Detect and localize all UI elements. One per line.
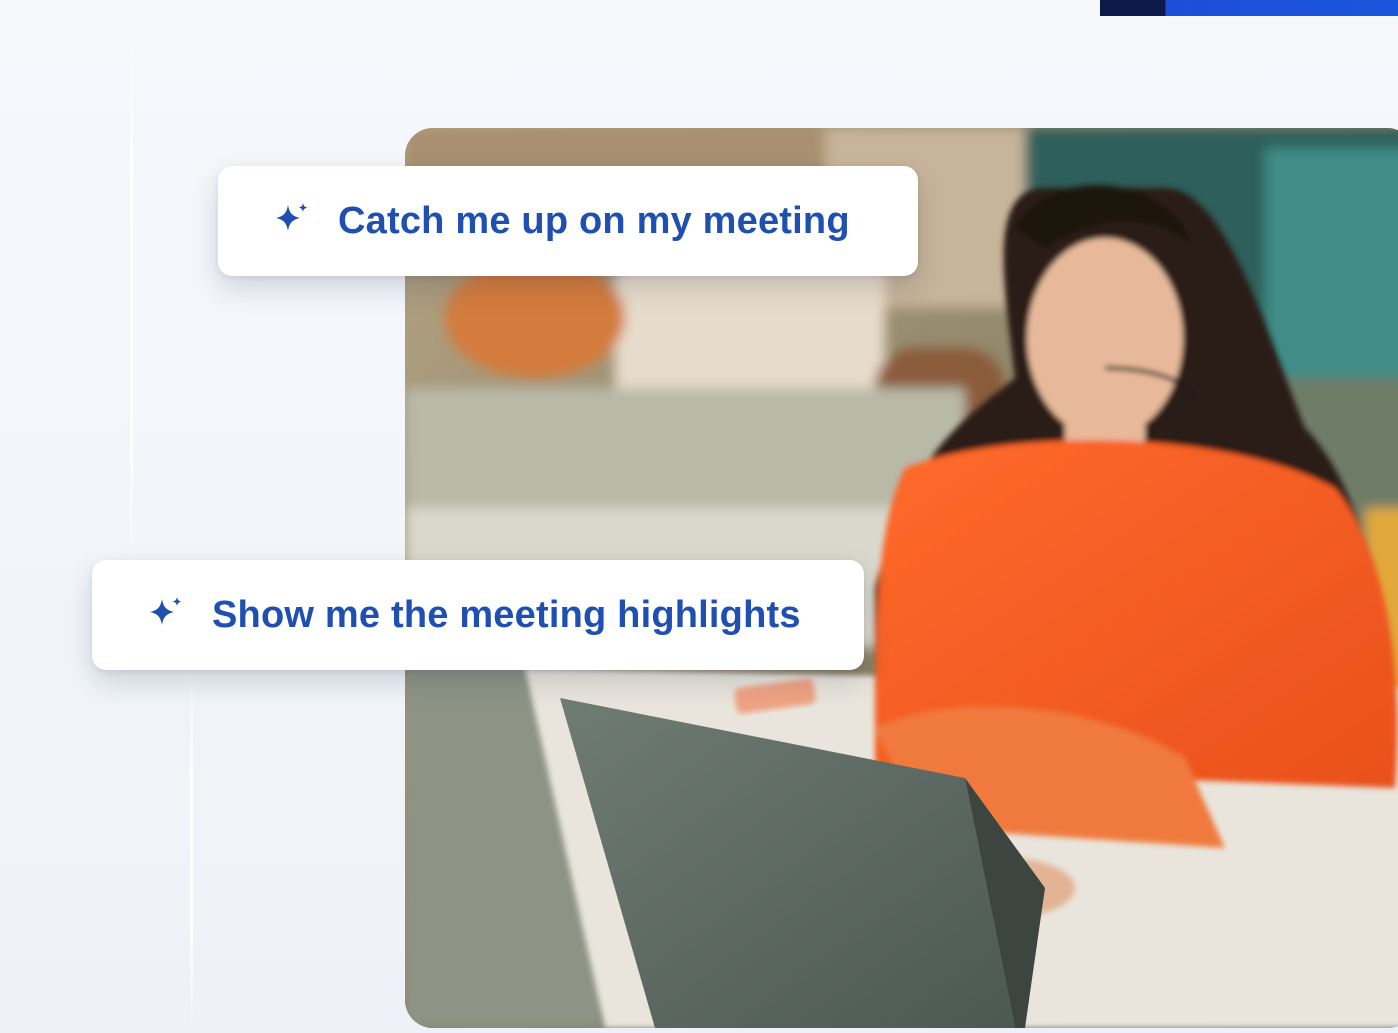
decorative-line [130,20,133,580]
sparkle-icon [276,203,308,231]
prompt-suggestion-catch-up[interactable]: Catch me up on my meeting [218,166,918,276]
promo-canvas: Catch me up on my meeting Show me the me… [0,0,1398,1033]
prompt-label: Show me the meeting highlights [212,593,801,636]
prompt-suggestion-highlights[interactable]: Show me the meeting highlights [92,560,864,670]
sparkle-icon [150,597,182,625]
top-accent-bar [1100,0,1398,16]
prompt-label: Catch me up on my meeting [338,199,850,242]
decorative-line [190,670,193,1030]
